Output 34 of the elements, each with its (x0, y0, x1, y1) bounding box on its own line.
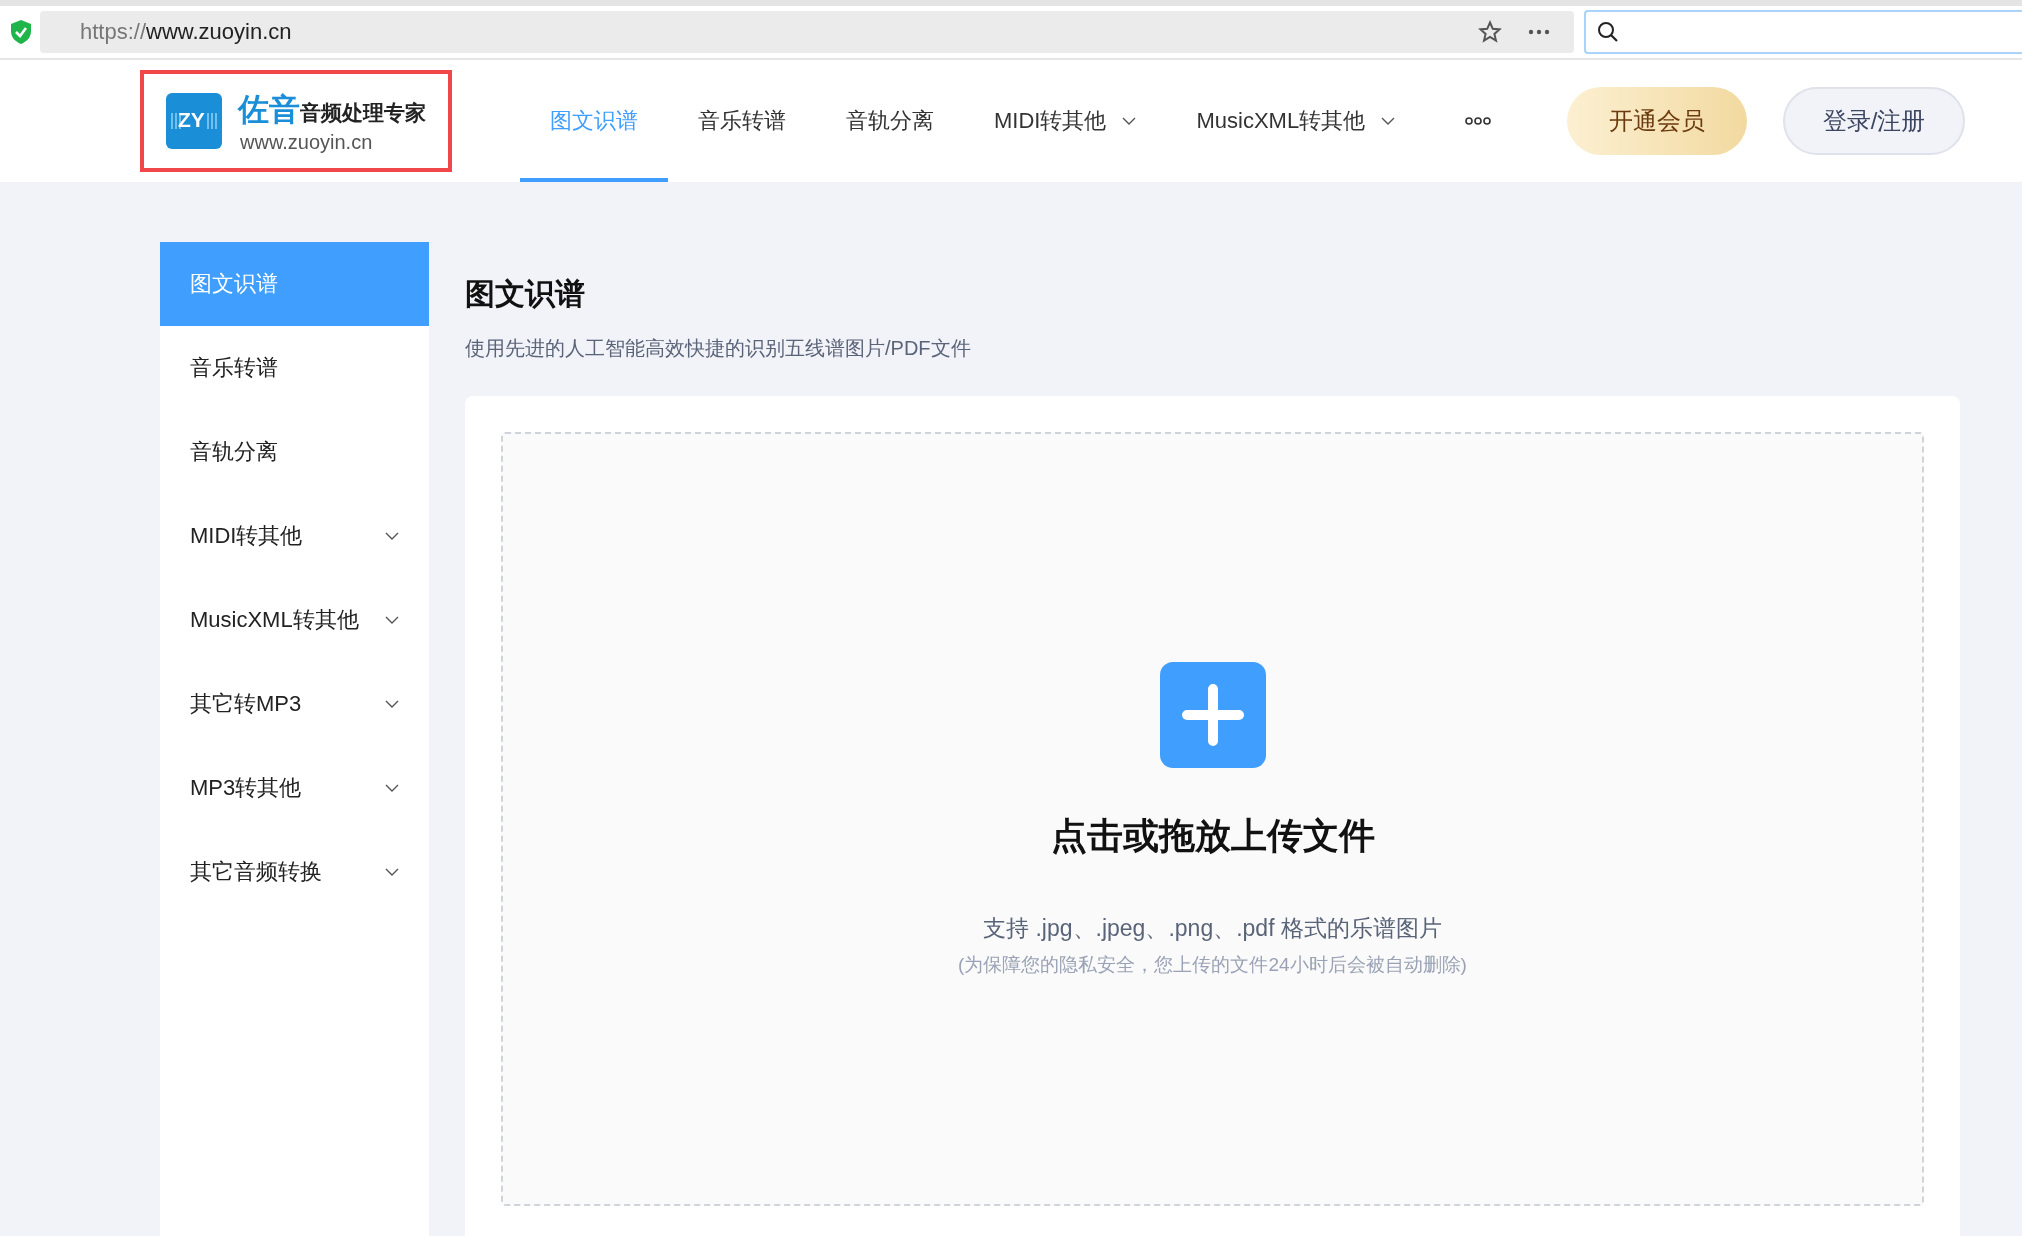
page-title: 图文识谱 (465, 276, 586, 312)
logo-icon (166, 93, 222, 149)
sidebar-item[interactable]: 其它转MP3 (160, 662, 429, 746)
nav-tab[interactable]: 音轨分离 (816, 60, 964, 182)
sidebar-item[interactable]: 音轨分离 (160, 410, 429, 494)
privacy-note: (为保障您的隐私安全，您上传的文件24小时后会被自动删除) (958, 953, 1467, 977)
logo-badge-text: ZY (178, 108, 205, 132)
search-field[interactable] (1584, 10, 2022, 54)
brand-tagline: 音频处理专家 (300, 100, 426, 124)
sidebar-item[interactable]: MP3转其他 (160, 746, 429, 830)
login-button[interactable]: 登录/注册 (1783, 87, 1966, 155)
membership-button[interactable]: 开通会员 (1567, 87, 1748, 155)
nav-tab[interactable]: 音乐转谱 (668, 60, 816, 182)
brand-name: 佐音 (238, 90, 300, 129)
star-icon[interactable] (1478, 20, 1502, 44)
search-icon (1596, 20, 1620, 44)
format-hint: 支持 .jpg、.jpeg、.png、.pdf 格式的乐谱图片 (983, 914, 1442, 943)
sidebar-item[interactable]: MusicXML转其他 (160, 578, 429, 662)
url-text: https://www.zuoyin.cn (80, 19, 292, 45)
brand-domain: www.zuoyin.cn (240, 130, 374, 154)
sidebar-item[interactable]: 音乐转谱 (160, 326, 429, 410)
sidebar-item[interactable]: MIDI转其他 (160, 494, 429, 578)
upload-dropzone[interactable]: 点击或拖放上传文件 支持 .jpg、.jpeg、.png、.pdf 格式的乐谱图片 (为保障您的隐私安全，您上传的文件24小时后会被自动删除) (501, 432, 1924, 1206)
nav-tab[interactable]: MIDI转其他 (964, 60, 1167, 182)
nav-tab[interactable]: MusicXML转其他 (1166, 60, 1426, 182)
address-bar[interactable]: https://www.zuoyin.cn (40, 11, 1574, 53)
page-subtitle: 使用先进的人工智能高效快捷的识别五线谱图片/PDF文件 (465, 336, 972, 361)
logo-highlight-frame[interactable]: ZY 佐音音频处理专家 www.zuoyin.cn (140, 70, 452, 172)
shield-icon (10, 19, 32, 45)
sidebar-item[interactable]: 其它音频转换 (160, 830, 429, 914)
upload-title: 点击或拖放上传文件 (1050, 814, 1375, 858)
plus-icon (1159, 662, 1266, 768)
more-icon[interactable] (1465, 117, 1492, 125)
more-icon[interactable] (1528, 29, 1550, 35)
